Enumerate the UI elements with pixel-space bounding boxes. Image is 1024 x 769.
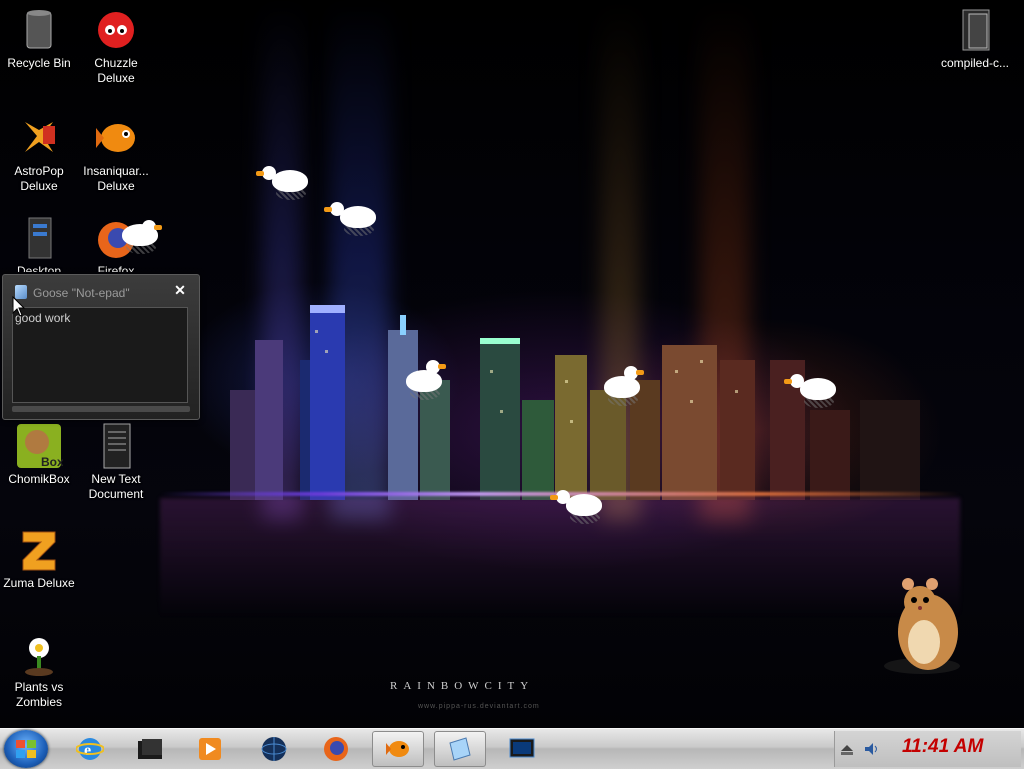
taskbar-button-insaniquarium[interactable] bbox=[372, 731, 424, 767]
window-title: Goose "Not-epad" bbox=[33, 286, 130, 300]
chuzzle-icon bbox=[92, 6, 140, 54]
icon-label: AstroPop Deluxe bbox=[14, 164, 64, 193]
goose[interactable] bbox=[324, 196, 378, 236]
taskbar: e bbox=[0, 728, 1024, 769]
goose[interactable] bbox=[112, 214, 162, 254]
fish-icon bbox=[386, 741, 409, 757]
windows-logo-icon bbox=[16, 740, 36, 758]
icon-label: Firefox bbox=[97, 264, 135, 272]
taskbar-button-internet-explorer[interactable]: e bbox=[64, 731, 116, 767]
volume-icon[interactable] bbox=[863, 741, 879, 757]
taskbar-button-goose-notepad[interactable] bbox=[434, 731, 486, 767]
wallpaper-title: RAINBOWCITY bbox=[390, 680, 535, 692]
taskbar-clock[interactable]: 11:41 AM bbox=[902, 736, 983, 758]
taskbar-button-screen[interactable] bbox=[496, 731, 548, 767]
astropop-icon bbox=[15, 114, 63, 162]
desktop-icon-chuzzle[interactable]: Chuzzle Deluxe bbox=[78, 6, 154, 86]
start-button[interactable] bbox=[4, 730, 48, 768]
desktop[interactable]: Recycle Bin Chuzzle Deluxe AstroPop Delu… bbox=[0, 0, 1024, 728]
media-player-icon bbox=[199, 738, 221, 760]
desktop-icon-zuma[interactable]: Zuma Deluxe bbox=[1, 526, 77, 591]
desktop-icon-desktop[interactable]: Desktop bbox=[1, 214, 77, 272]
city-skyline bbox=[230, 305, 920, 500]
plants-vs-zombies-icon bbox=[15, 630, 63, 678]
firefox-icon bbox=[324, 737, 348, 761]
desktop-icon-compiled[interactable]: compiled-c... bbox=[932, 6, 1018, 71]
icon-label: Chuzzle Deluxe bbox=[94, 56, 138, 85]
icon-label: New Text Document bbox=[88, 472, 144, 501]
taskbar-button-media-player[interactable] bbox=[184, 731, 236, 767]
icon-label: Recycle Bin bbox=[7, 56, 71, 70]
text-document-icon bbox=[92, 422, 140, 470]
goose[interactable] bbox=[550, 484, 604, 524]
desktop-icon-recycle-bin[interactable]: Recycle Bin bbox=[1, 6, 77, 71]
globe-icon bbox=[261, 737, 287, 761]
close-button[interactable]: ✕ bbox=[172, 282, 188, 298]
icon-label: Zuma Deluxe bbox=[3, 576, 75, 590]
fish-icon bbox=[92, 114, 140, 162]
monitor-icon bbox=[509, 738, 535, 758]
icon-label: ChomikBox bbox=[8, 472, 70, 486]
taskbar-button-network[interactable] bbox=[248, 731, 300, 767]
taskbar-button-desktop[interactable] bbox=[124, 731, 176, 767]
icon-label: Insaniquar... Deluxe bbox=[83, 164, 149, 193]
svg-text:Box: Box bbox=[41, 455, 63, 469]
folder-icon bbox=[951, 6, 999, 54]
goose[interactable] bbox=[594, 366, 644, 406]
ie-icon: e bbox=[76, 738, 104, 760]
desktop-folder-icon bbox=[15, 214, 63, 262]
mouse-cursor-icon bbox=[12, 296, 26, 317]
icon-label: compiled-c... bbox=[940, 56, 1010, 70]
notepad-text-area[interactable]: good work bbox=[12, 307, 188, 403]
desktop-icon bbox=[138, 739, 162, 759]
goose[interactable] bbox=[784, 368, 838, 408]
wallpaper-subtitle: www.pippa-rus.deviantart.com bbox=[418, 703, 540, 710]
goose[interactable] bbox=[256, 160, 310, 200]
zuma-icon bbox=[15, 526, 63, 574]
taskbar-button-firefox[interactable] bbox=[310, 731, 362, 767]
icon-label: Plants vs Zombies bbox=[14, 680, 64, 709]
desktop-icon-plants-vs-zombies[interactable]: Plants vs Zombies bbox=[1, 630, 77, 710]
chomikbox-icon: Box bbox=[15, 422, 64, 470]
desktop-icon-chomikbox[interactable]: Box ChomikBox bbox=[1, 422, 77, 487]
hamster-desktop-pet[interactable] bbox=[880, 572, 964, 676]
goose[interactable] bbox=[396, 360, 446, 400]
show-hidden-icons-icon[interactable] bbox=[839, 741, 855, 757]
recycle-bin-icon bbox=[15, 6, 63, 54]
desktop-icon-new-text-document[interactable]: New Text Document bbox=[78, 422, 154, 502]
desktop-icon-insaniquarium[interactable]: Insaniquar... Deluxe bbox=[78, 114, 154, 194]
icon-label: Desktop bbox=[16, 264, 62, 272]
notepad-icon bbox=[449, 737, 471, 761]
goose-notepad-window[interactable]: Goose "Not-epad" ✕ good work bbox=[2, 274, 200, 420]
horizontal-scrollbar[interactable] bbox=[12, 406, 190, 412]
desktop-icon-astropop[interactable]: AstroPop Deluxe bbox=[1, 114, 77, 194]
